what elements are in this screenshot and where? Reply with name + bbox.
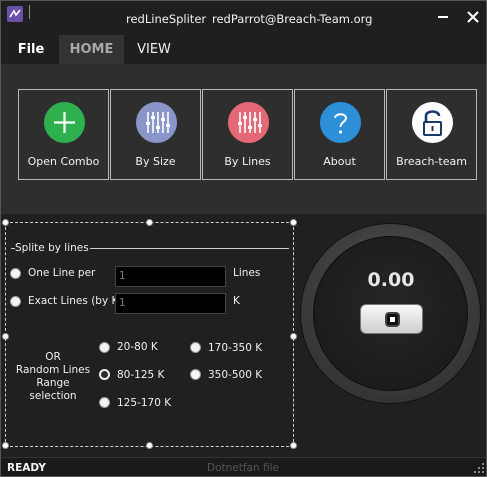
resize-handle[interactable] [290, 333, 297, 340]
title-bar: redLineSpliter redParrot@Breach-Team.org [1, 1, 486, 35]
minimize-button[interactable] [433, 7, 453, 27]
about-label: About [323, 155, 356, 168]
one-line-per-input[interactable]: 1 [115, 266, 226, 287]
app-window: redLineSpliter redParrot@Breach-Team.org… [0, 0, 487, 477]
exact-lines-input[interactable]: 1 [115, 293, 226, 314]
breach-team-label: Breach-team [396, 155, 467, 168]
close-icon [467, 11, 479, 23]
range-350-500-label: 350-500 K [208, 369, 263, 381]
breach-team-button[interactable]: Breach-team [386, 89, 477, 180]
exact-lines-radio[interactable] [10, 296, 21, 307]
resize-handle[interactable] [146, 219, 153, 226]
range-170-350-label: 170-350 K [208, 342, 263, 354]
k-unit-label: K [233, 295, 240, 307]
range-125-170-label: 125-170 K [117, 397, 172, 409]
resize-handle[interactable] [2, 333, 9, 340]
open-combo-label: Open Combo [27, 155, 100, 168]
by-size-button[interactable]: By Size [110, 89, 201, 180]
counter-value: 0.00 [367, 269, 415, 291]
group-border [90, 248, 289, 249]
lines-unit-label: Lines [233, 267, 261, 279]
exact-lines-label: Exact Lines (by K) [28, 295, 123, 307]
resize-grip-icon[interactable] [474, 463, 484, 473]
open-combo-button[interactable]: Open Combo [18, 89, 109, 180]
tab-home[interactable]: HOME [59, 35, 124, 64]
status-text: READY [7, 462, 46, 474]
sliders-icon [228, 102, 269, 143]
close-button[interactable] [463, 7, 483, 27]
range-80-125-label: 80-125 K [117, 369, 165, 381]
resize-handle[interactable] [146, 442, 153, 449]
group-title: Splite by lines [15, 242, 89, 254]
plus-icon [44, 102, 85, 143]
question-icon [320, 102, 361, 143]
app-logo-icon [7, 6, 23, 22]
one-line-per-radio[interactable] [10, 268, 21, 279]
range-20-80-radio[interactable] [99, 342, 110, 353]
resize-handle[interactable] [2, 442, 9, 449]
resize-handle[interactable] [290, 442, 297, 449]
user-email: redParrot@Breach-Team.org [212, 12, 373, 26]
or-text: Random Lines [15, 364, 91, 376]
status-bar: READY Dotnetfan file [1, 457, 486, 476]
range-20-80-label: 20-80 K [117, 341, 158, 353]
random-range-caption: OR Random Lines Range selection [13, 351, 93, 403]
stop-button[interactable] [360, 304, 423, 334]
range-80-125-radio[interactable] [99, 369, 110, 380]
range-350-500-radio[interactable] [190, 369, 201, 380]
or-text: OR [45, 351, 61, 363]
status-file-text: Dotnetfan file [207, 462, 279, 474]
ribbon-panel: Open Combo By Size By Lines About Breach… [1, 64, 486, 214]
stop-icon [385, 312, 400, 327]
app-title: redLineSpliter [126, 12, 207, 26]
range-125-170-radio[interactable] [99, 397, 110, 408]
by-size-label: By Size [135, 155, 176, 168]
tab-file[interactable]: File [11, 35, 51, 64]
by-lines-button[interactable]: By Lines [202, 89, 293, 180]
tab-view[interactable]: VIEW [129, 35, 179, 64]
one-line-per-label: One Line per [28, 267, 96, 279]
or-text: Range [36, 377, 70, 389]
sliders-icon [136, 102, 177, 143]
title-divider [29, 5, 30, 19]
range-170-350-radio[interactable] [190, 342, 201, 353]
lock-icon [412, 102, 453, 143]
by-lines-label: By Lines [224, 155, 271, 168]
resize-handle[interactable] [290, 219, 297, 226]
about-button[interactable]: About [294, 89, 385, 180]
selection-frame [5, 222, 294, 447]
menu-bar: File HOME VIEW [1, 35, 486, 64]
resize-handle[interactable] [2, 219, 9, 226]
or-text: selection [29, 390, 77, 402]
minimize-icon [438, 16, 448, 18]
